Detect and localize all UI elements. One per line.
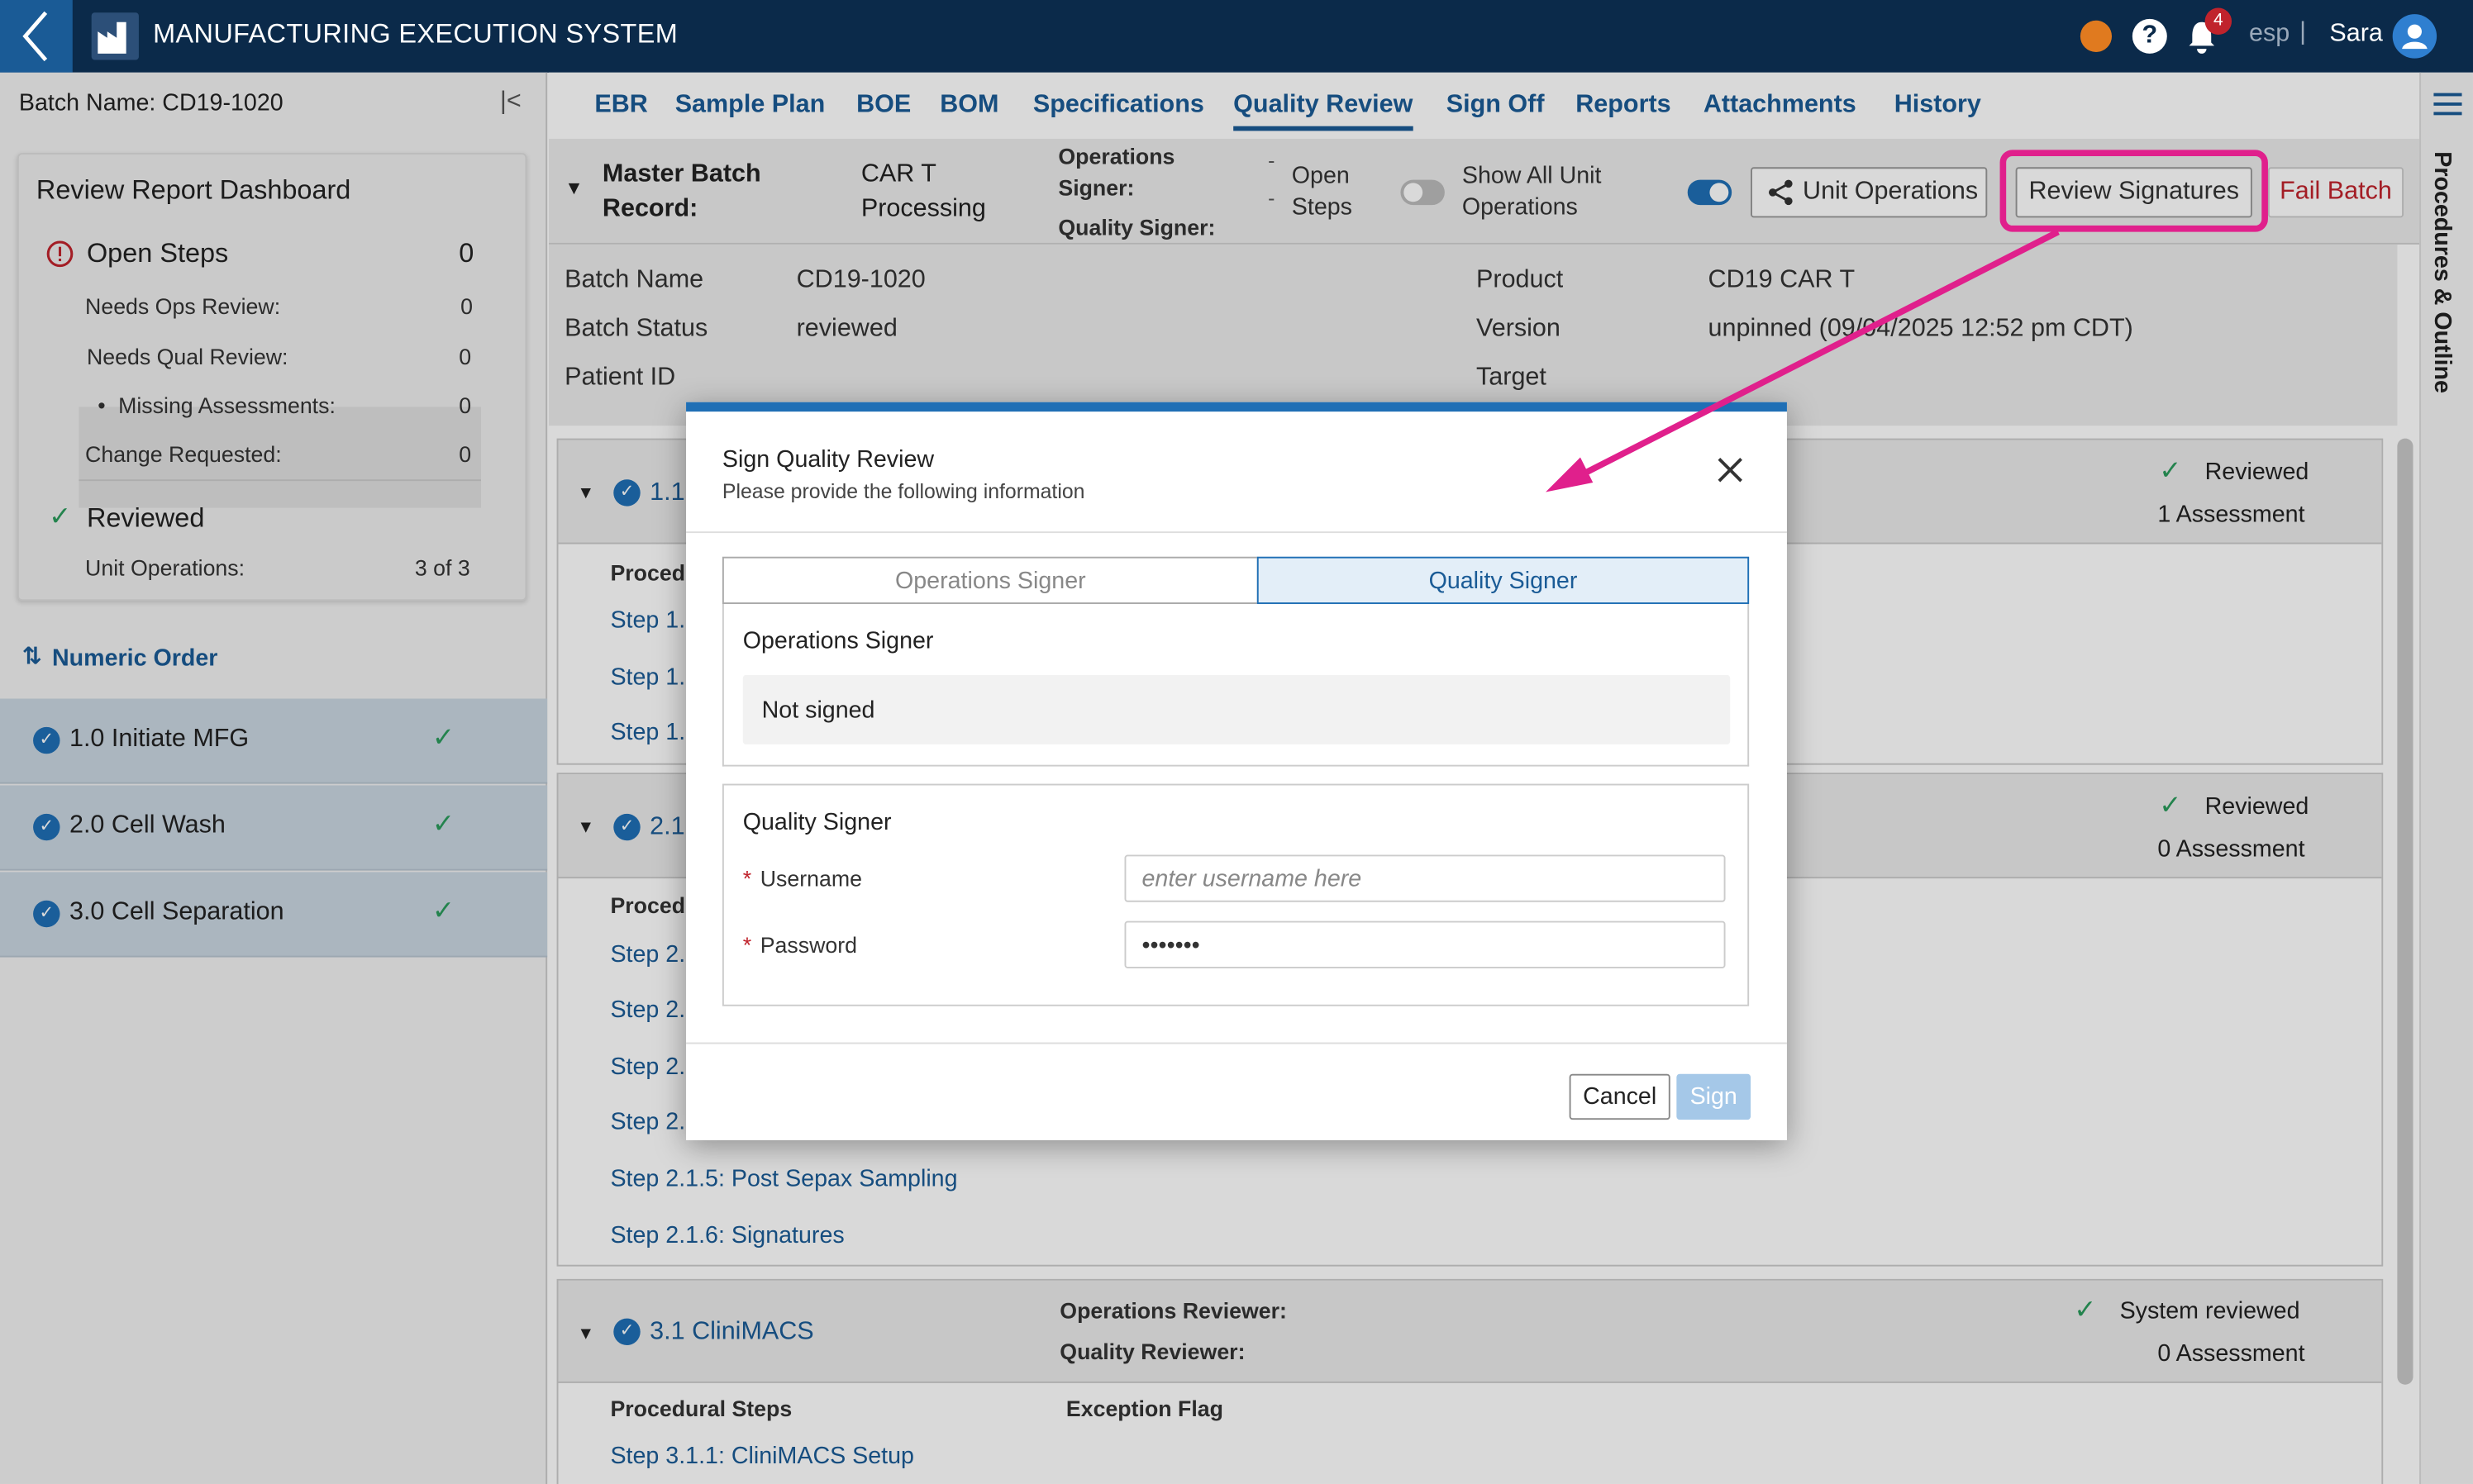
annotation-arrow-icon — [1545, 229, 2060, 492]
